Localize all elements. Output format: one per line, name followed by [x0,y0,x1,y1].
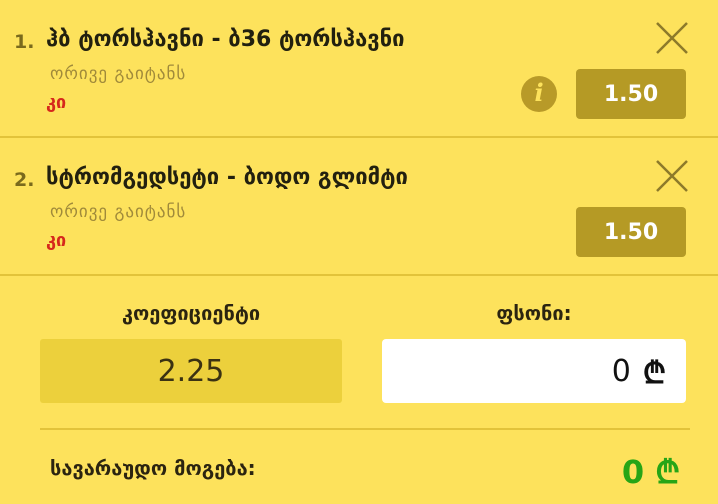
bet-index: 1. [14,31,35,53]
close-icon[interactable] [654,20,690,56]
market-name: ორივე გაიტანს [50,202,187,222]
stake-label: ფსონი: [496,301,572,325]
close-icon[interactable] [654,158,690,194]
divider [40,428,690,430]
bet-index: 2. [14,169,35,191]
selection-label: კი [46,230,67,251]
match-title: ჰბ ტორსჰავნი - ბ36 ტორსჰავნი [46,27,405,52]
market-name: ორივე გაიტანს [50,64,187,84]
stake-input[interactable]: 0 ₾ [382,339,686,403]
coefficient-label: კოეფიციენტი [121,301,261,325]
stake-input-value[interactable]: 0 [612,354,631,389]
match-title: სტრომგედსეტი - ბოდო გლიმტი [46,165,408,190]
selection-label: კი [46,92,67,113]
bet-slip-item: 2. სტრომგედსეტი - ბოდო გლიმტი ორივე გაიტ… [0,138,718,276]
potential-win-label: სავარაუდო მოგება: [50,456,256,480]
odds-button[interactable]: 1.50 [576,207,686,257]
potential-win-amount: 0 ₾ [621,453,680,491]
coefficient-value: 2.25 [40,339,342,403]
odds-button[interactable]: 1.50 [576,69,686,119]
lari-currency-icon: ₾ [642,355,666,391]
info-icon[interactable]: i [521,76,557,112]
bet-slip-item: 1. ჰბ ტორსჰავნი - ბ36 ტორსჰავნი ორივე გა… [0,0,718,138]
